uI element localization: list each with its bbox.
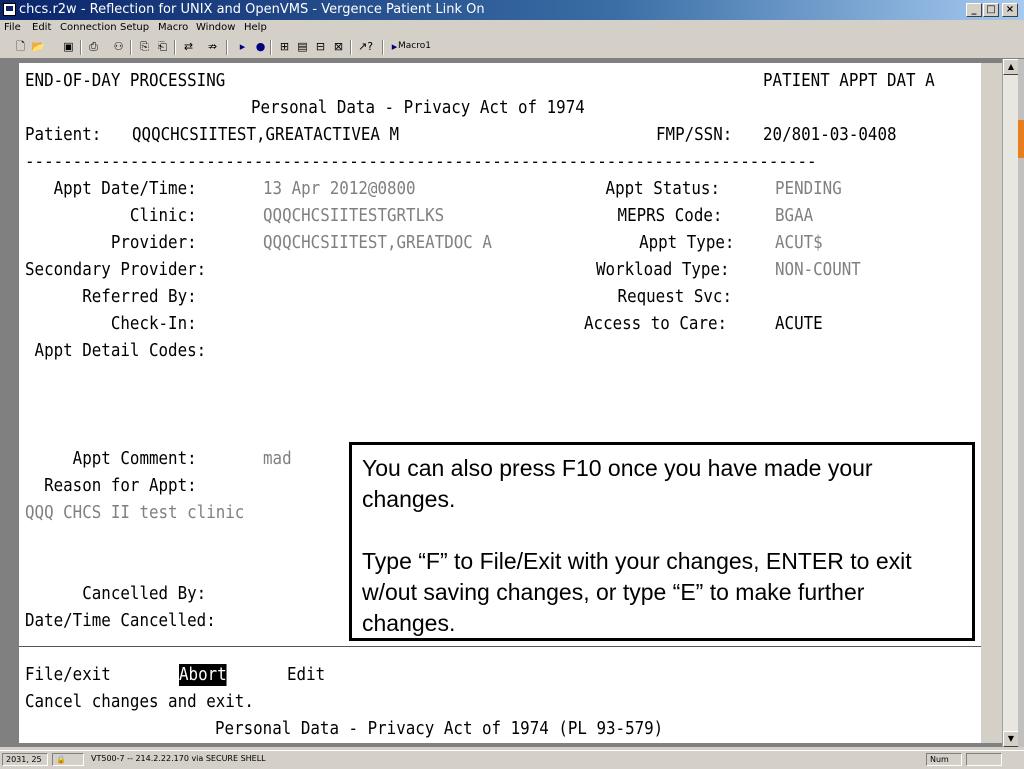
open-folder-icon[interactable]: 📂 xyxy=(31,40,45,53)
menu-macro[interactable]: Macro xyxy=(158,22,188,33)
date-cancelled-label: Date/Time Cancelled: xyxy=(25,610,216,631)
access-to-care-value[interactable]: ACUTE xyxy=(775,313,823,335)
toolbar: 🗋 📂 ▣ ⎙ ⚇ ⎘ ⎗ ⇄ ⇏ ▸ ● ⊞ ▤ ⊟ ⊠ ↗? ▸ Macro… xyxy=(0,37,1024,59)
access-to-care-label: Access to Care: xyxy=(584,313,728,334)
terminal-screen[interactable]: END-OF-DAY PROCESSING PATIENT APPT DAT A… xyxy=(19,63,981,743)
appt-type-label: Appt Type: xyxy=(620,232,735,253)
num-lock-indicator: Num xyxy=(926,753,962,766)
macro-label[interactable]: Macro1 xyxy=(398,41,431,51)
lock-icon: 🔒 xyxy=(52,753,84,766)
close-button[interactable]: × xyxy=(1002,3,1018,17)
appt-date-value[interactable]: 13 Apr 2012@0800 xyxy=(263,178,416,200)
reason-value[interactable]: QQQ CHCS II test clinic xyxy=(25,502,244,524)
scroll-up-icon[interactable]: ▲ xyxy=(1003,59,1019,75)
divider: ----------------------------------------… xyxy=(25,151,817,172)
callout-paragraph-1: You can also press F10 once you have mad… xyxy=(362,455,873,512)
footer-privacy: Personal Data - Privacy Act of 1974 (PL … xyxy=(215,718,664,739)
provider-value[interactable]: QQQCHCSIITEST,GREATDOC A xyxy=(263,232,492,254)
window-edge xyxy=(1018,59,1024,747)
menu-window[interactable]: Window xyxy=(196,22,235,33)
vertical-scrollbar[interactable]: ▲ ▼ xyxy=(1002,59,1019,747)
meprs-code-value[interactable]: BGAA xyxy=(775,205,813,227)
paste-icon[interactable]: ⎗ xyxy=(156,40,169,53)
reason-label: Reason for Appt: xyxy=(25,475,197,496)
copy-icon[interactable]: ⎘ xyxy=(138,40,151,53)
provider-label: Provider: xyxy=(25,232,197,253)
toolbar-separator xyxy=(174,40,176,55)
record-macro-icon[interactable]: ● xyxy=(254,40,267,53)
menu-bar: File Edit Connection Setup Macro Window … xyxy=(0,20,1024,37)
appt-date-label: Appt Date/Time: xyxy=(25,178,197,199)
play-macro-icon[interactable]: ▸ xyxy=(236,40,249,53)
header-right: PATIENT APPT DAT A xyxy=(763,70,935,91)
minimize-button[interactable]: _ xyxy=(966,3,982,17)
status-bar: 2031, 25 🔒 VT500-7 -- 214.2.22.170 via S… xyxy=(0,750,1024,769)
patient-label: Patient: xyxy=(25,124,102,145)
workload-type-label: Workload Type: xyxy=(596,259,730,280)
callout-paragraph-2: Type “F” to File/Exit with your changes,… xyxy=(362,548,912,636)
setup-keyboard-icon[interactable]: ⊟ xyxy=(314,40,327,53)
menu-connection[interactable]: Connection xyxy=(60,22,117,33)
edge-highlight xyxy=(1018,120,1024,158)
referred-by-label: Referred By: xyxy=(25,286,197,307)
setup-mouse-icon[interactable]: ⊠ xyxy=(332,40,345,53)
toolbar-separator xyxy=(270,40,272,55)
option-file-exit[interactable]: File/exit xyxy=(25,664,111,686)
cursor-position: 2031, 25 xyxy=(2,753,48,766)
connect-icon[interactable]: ⇄ xyxy=(182,40,195,53)
appt-status-value[interactable]: PENDING xyxy=(775,178,842,200)
instruction-callout: You can also press F10 once you have mad… xyxy=(349,442,975,641)
new-file-icon[interactable]: 🗋 xyxy=(14,40,27,53)
cancelled-by-label: Cancelled By: xyxy=(25,583,207,604)
appt-comment-value[interactable]: mad xyxy=(263,448,292,470)
appt-type-value[interactable]: ACUT$ xyxy=(775,232,823,254)
window-title: chcs.r2w - Reflection for UNIX and OpenV… xyxy=(19,2,485,17)
clinic-label: Clinic: xyxy=(25,205,197,226)
restore-button[interactable]: □ xyxy=(983,3,999,17)
save-icon[interactable]: ▣ xyxy=(62,40,75,53)
terminal-margin xyxy=(981,63,1002,743)
privacy-title: Personal Data - Privacy Act of 1974 xyxy=(251,97,585,118)
toolbar-separator xyxy=(226,40,228,55)
meprs-code-label: MEPRS Code: xyxy=(608,205,723,226)
window-titlebar: chcs.r2w - Reflection for UNIX and OpenV… xyxy=(0,0,1024,20)
fmp-value: 20/801-03-0408 xyxy=(763,124,897,145)
workload-type-value[interactable]: NON-COUNT xyxy=(775,259,861,281)
menu-help[interactable]: Help xyxy=(244,22,267,33)
setup-terminal-icon[interactable]: ⊞ xyxy=(278,40,291,53)
option-edit[interactable]: Edit xyxy=(287,664,325,686)
request-svc-label: Request Svc: xyxy=(608,286,732,307)
toolbar-separator xyxy=(382,40,384,55)
fmp-label: FMP/SSN: xyxy=(656,124,733,145)
appt-status-label: Appt Status: xyxy=(596,178,720,199)
find-icon[interactable]: ⚇ xyxy=(112,40,125,53)
check-in-label: Check-In: xyxy=(25,313,197,334)
disconnect-icon[interactable]: ⇏ xyxy=(206,40,219,53)
menu-edit[interactable]: Edit xyxy=(32,22,51,33)
clinic-value[interactable]: QQQCHCSIITESTGRTLKS xyxy=(263,205,444,227)
connection-status: VT500-7 -- 214.2.22.170 via SECURE SHELL xyxy=(91,754,266,763)
app-icon[interactable] xyxy=(3,3,16,16)
setup-display-icon[interactable]: ▤ xyxy=(296,40,309,53)
option-help-text: Cancel changes and exit. xyxy=(25,691,254,712)
header-left: END-OF-DAY PROCESSING xyxy=(25,70,226,91)
toolbar-separator xyxy=(80,40,82,55)
print-icon[interactable]: ⎙ xyxy=(87,40,100,53)
scroll-down-icon[interactable]: ▼ xyxy=(1003,731,1019,747)
option-abort[interactable]: Abort xyxy=(179,664,227,686)
secondary-provider-label: Secondary Provider: xyxy=(25,259,207,280)
status-panel xyxy=(966,753,1002,766)
divider-line xyxy=(19,646,981,647)
patient-name: QQQCHCSIITEST,GREATACTIVEA M xyxy=(132,124,400,145)
appt-detail-codes-label: Appt Detail Codes: xyxy=(25,340,207,361)
menu-file[interactable]: File xyxy=(4,22,21,33)
appt-comment-label: Appt Comment: xyxy=(25,448,197,469)
toolbar-separator xyxy=(350,40,352,55)
help-icon[interactable]: ↗? xyxy=(358,40,373,53)
menu-setup[interactable]: Setup xyxy=(120,22,149,33)
toolbar-separator xyxy=(130,40,132,55)
